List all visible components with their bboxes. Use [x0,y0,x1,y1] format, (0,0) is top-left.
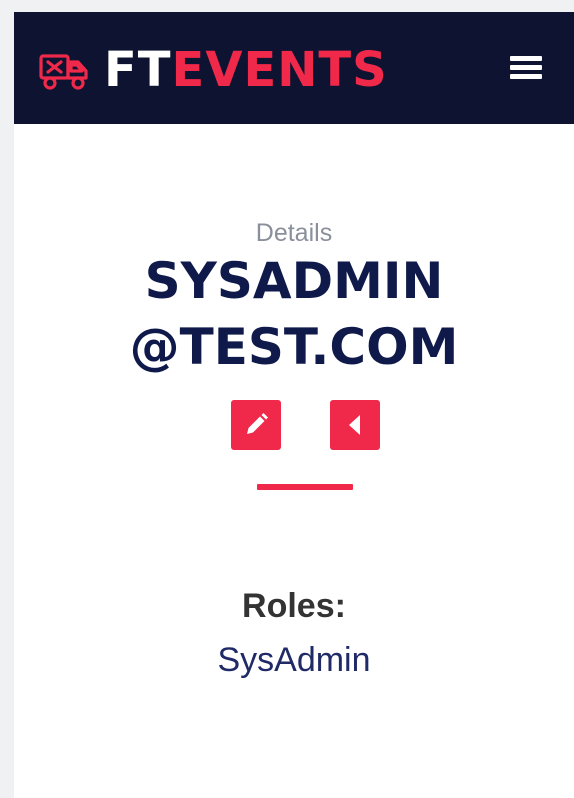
page: FTEVENTS Details SYSADMIN @TEST.COM Role… [14,12,574,798]
page-title-line1: SYSADMIN [144,252,444,310]
page-title-line2: @TEST.COM [129,318,459,376]
brand-link[interactable]: FTEVENTS [38,42,388,98]
truck-icon [39,54,88,90]
menu-bar [510,65,542,70]
pencil-icon [247,413,268,434]
action-bar [14,400,574,450]
page-subtitle: Details [255,219,333,247]
edit-button[interactable] [231,400,281,450]
roles-value: SysAdmin [217,641,371,679]
roles-label: Roles: [242,587,346,625]
divider [257,484,353,490]
brand-name: FTEVENTS [104,42,388,98]
menu-bar [510,56,542,61]
brand-name-events: EVENTS [171,42,388,98]
back-button[interactable] [330,400,380,450]
hamburger-menu-icon[interactable] [508,52,544,82]
page-title: SYSADMIN @TEST.COM [14,248,574,380]
caret-left-icon [349,415,360,435]
brand-name-ft: FT [104,42,172,98]
menu-bar [510,74,542,79]
navbar: FTEVENTS [14,12,574,124]
